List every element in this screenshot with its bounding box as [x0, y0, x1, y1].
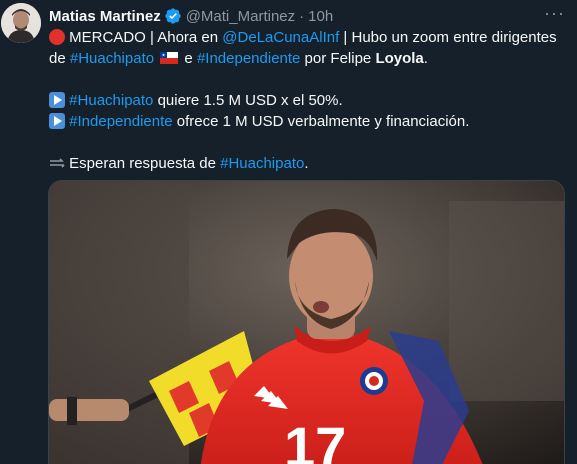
more-options-icon[interactable]: ···	[544, 4, 565, 22]
text-segment: de	[49, 50, 70, 67]
player-photo: 17	[49, 181, 564, 464]
text-segment: e	[180, 50, 197, 67]
text-segment: MERCADO | Ahora en	[65, 29, 223, 46]
text-segment: .	[423, 50, 428, 67]
text-segment: por Felipe	[300, 50, 376, 67]
arrows-icon	[50, 158, 65, 168]
hashtag-huachipato[interactable]: #Huachipato	[220, 155, 304, 172]
text-segment: Esperan respuesta de	[65, 155, 221, 172]
play-button-icon	[49, 113, 65, 129]
hashtag-huachipato[interactable]: #Huachipato	[70, 50, 154, 67]
text-segment: quiere 1.5 M USD x el 50%.	[153, 92, 343, 109]
hashtag-huachipato[interactable]: #Huachipato	[69, 92, 153, 109]
tweet-text: MERCADO | Ahora en @DeLaCunaAlInf | Hubo…	[49, 27, 564, 174]
text-segment: ofrece 1 M USD verbalmente y financiació…	[172, 113, 470, 130]
text-line-2: de #Huachipato e #Independiente por Feli…	[49, 48, 564, 69]
tweet-photo[interactable]: 17	[48, 180, 565, 464]
hashtag-independiente[interactable]: #Independiente	[69, 113, 172, 130]
text-line-4: #Independiente ofrece 1 M USD verbalment…	[49, 111, 564, 132]
text-segment: | Hubo un zoom entre dirigentes	[339, 29, 557, 46]
hashtag-independiente[interactable]: #Independiente	[197, 50, 300, 67]
chile-flag-icon	[160, 52, 179, 64]
mention-link[interactable]: @DeLaCunaAlInf	[222, 29, 339, 46]
play-button-icon	[49, 92, 65, 108]
jersey-number: 17	[284, 415, 346, 464]
author-name[interactable]: Matias Martinez	[49, 8, 161, 25]
separator-dot: ·	[299, 7, 305, 25]
bold-name: Loyola	[375, 50, 424, 67]
tweet[interactable]: Matias Martinez @Mati_Martinez · 10h ···…	[0, 0, 577, 464]
author-handle[interactable]: @Mati_Martinez	[186, 8, 295, 25]
text-segment: .	[304, 155, 309, 172]
text-line-3: #Huachipato quiere 1.5 M USD x el 50%.	[49, 90, 564, 111]
text-line-5: Esperan respuesta de #Huachipato.	[49, 153, 564, 174]
avatar-image	[1, 3, 41, 43]
avatar[interactable]	[1, 3, 41, 43]
text-line-1: MERCADO | Ahora en @DeLaCunaAlInf | Hubo…	[49, 27, 564, 48]
tweet-header: Matias Martinez @Mati_Martinez · 10h	[49, 5, 561, 27]
red-circle-icon	[49, 29, 65, 45]
verified-badge-icon	[164, 7, 182, 25]
timestamp[interactable]: 10h	[308, 8, 333, 25]
